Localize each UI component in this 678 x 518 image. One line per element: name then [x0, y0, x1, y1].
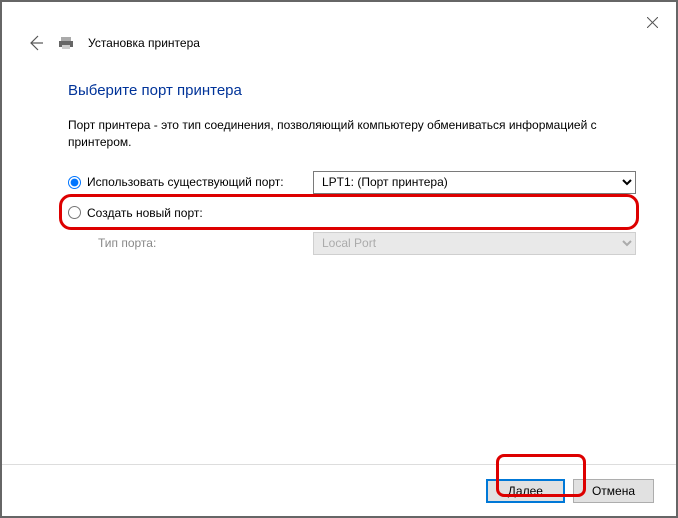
- existing-port-label[interactable]: Использовать существующий порт:: [87, 175, 284, 189]
- printer-icon: [58, 35, 74, 51]
- content-area: Выберите порт принтера Порт принтера - э…: [2, 64, 676, 255]
- new-port-radio[interactable]: [68, 206, 81, 219]
- cancel-button[interactable]: Отмена: [573, 479, 654, 503]
- page-description: Порт принтера - это тип соединения, позв…: [68, 117, 636, 151]
- new-port-label[interactable]: Создать новый порт:: [87, 206, 203, 220]
- port-type-select: Local Port: [313, 232, 636, 255]
- header: Установка принтера: [2, 2, 676, 64]
- header-title: Установка принтера: [88, 36, 200, 50]
- next-button[interactable]: Далее: [486, 479, 565, 503]
- close-icon: [647, 17, 658, 28]
- new-port-row: Создать новый порт:: [68, 206, 636, 220]
- port-type-row: Тип порта: Local Port: [98, 232, 636, 255]
- back-arrow-icon: [26, 34, 44, 52]
- footer: Далее Отмена: [2, 464, 676, 516]
- existing-port-radio[interactable]: [68, 176, 81, 189]
- existing-port-radio-group: Использовать существующий порт:: [68, 175, 313, 189]
- existing-port-select[interactable]: LPT1: (Порт принтера): [313, 171, 636, 194]
- page-title: Выберите порт принтера: [68, 82, 636, 99]
- back-button[interactable]: [26, 34, 44, 52]
- new-port-radio-group: Создать новый порт:: [68, 206, 313, 220]
- dialog-window: Установка принтера Выберите порт принтер…: [2, 2, 676, 516]
- close-button[interactable]: [632, 6, 672, 38]
- existing-port-row: Использовать существующий порт: LPT1: (П…: [68, 171, 636, 194]
- port-type-label: Тип порта:: [98, 236, 313, 250]
- existing-port-select-wrap: LPT1: (Порт принтера): [313, 171, 636, 194]
- port-type-select-wrap: Local Port: [313, 232, 636, 255]
